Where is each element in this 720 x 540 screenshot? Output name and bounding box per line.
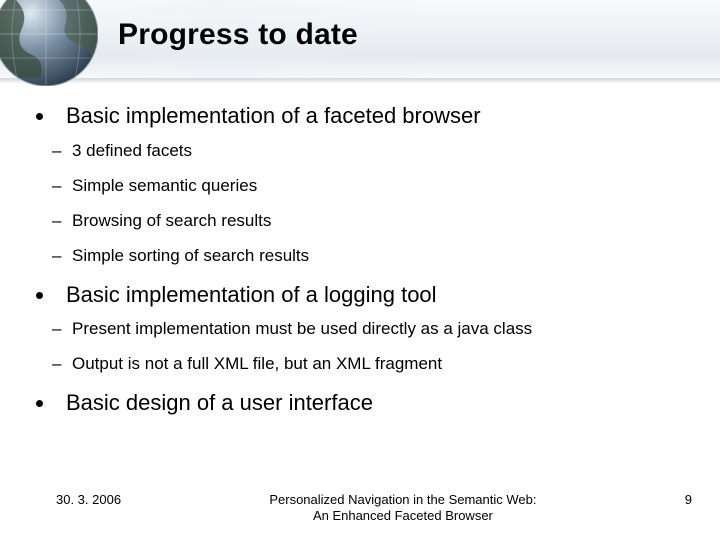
slide-title: Progress to date [118, 18, 358, 52]
bullet-3-text: Basic design of a user interface [66, 390, 373, 415]
footer: 30. 3. 2006 Personalized Navigation in t… [0, 492, 720, 525]
bullet-1: Basic implementation of a faceted browse… [34, 102, 696, 267]
footer-title: Personalized Navigation in the Semantic … [121, 492, 685, 525]
bullet-2-text: Basic implementation of a logging tool [66, 282, 437, 307]
header-band [0, 0, 720, 78]
header-underline [0, 78, 720, 84]
footer-title-line2: An Enhanced Faceted Browser [313, 508, 493, 523]
bullet-3: Basic design of a user interface [34, 389, 696, 417]
bullet-2: Basic implementation of a logging tool P… [34, 281, 696, 375]
slide-body: Basic implementation of a faceted browse… [30, 102, 696, 424]
bullet-1-sub-2: Simple semantic queries [72, 175, 696, 196]
footer-page-number: 9 [685, 492, 692, 507]
bullet-2-sub-2: Output is not a full XML file, but an XM… [72, 353, 696, 374]
bullet-2-sub-1: Present implementation must be used dire… [72, 318, 696, 339]
bullet-1-sub-3: Browsing of search results [72, 210, 696, 231]
footer-date: 30. 3. 2006 [56, 492, 121, 507]
globe-icon [0, 0, 98, 86]
footer-title-line1: Personalized Navigation in the Semantic … [269, 492, 536, 507]
bullet-1-text: Basic implementation of a faceted browse… [66, 103, 481, 128]
bullet-1-sub-1: 3 defined facets [72, 140, 696, 161]
bullet-1-sub-4: Simple sorting of search results [72, 245, 696, 266]
